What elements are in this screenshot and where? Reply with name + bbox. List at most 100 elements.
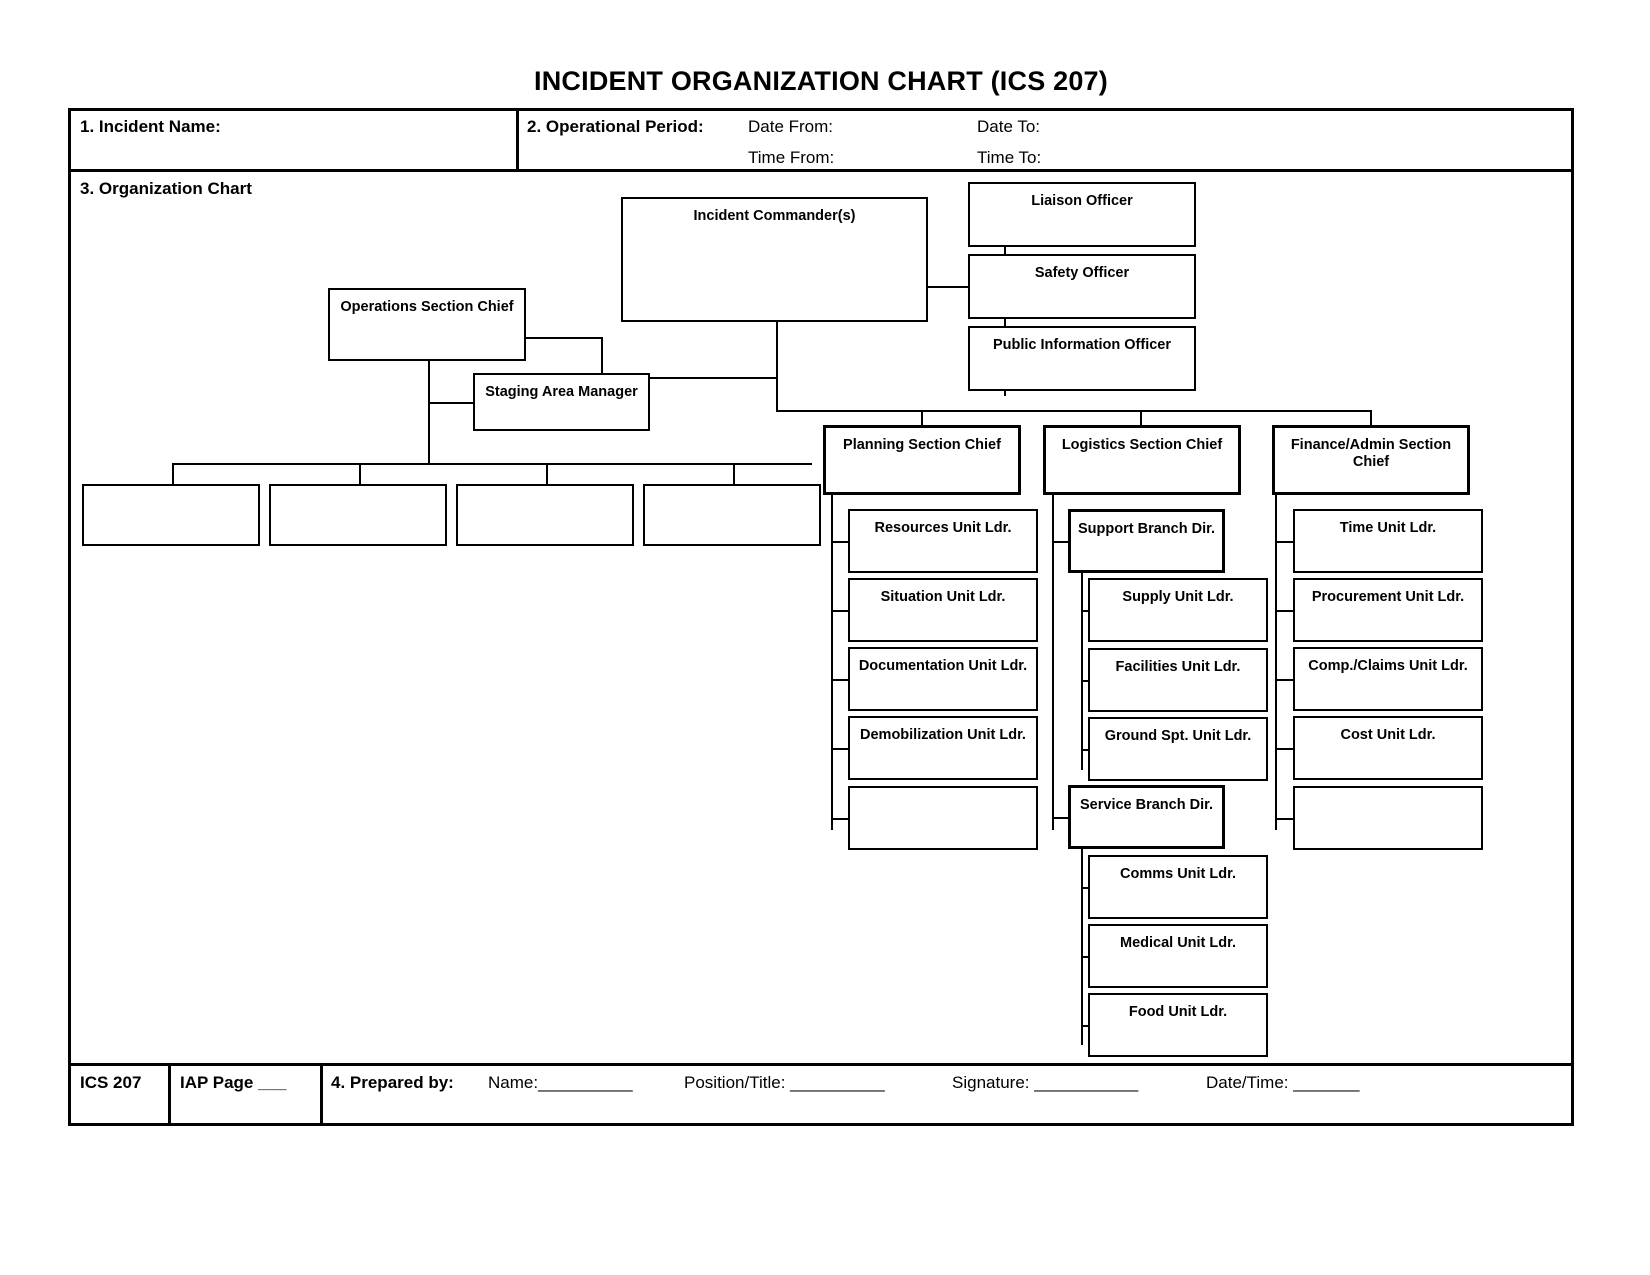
node-public-information-officer[interactable]: Public Information Officer xyxy=(968,326,1196,391)
node-label: Food Unit Ldr. xyxy=(1128,1004,1228,1020)
time-from-label: Time From: xyxy=(748,148,835,167)
connector-ops-branch-2-drop xyxy=(359,463,361,485)
connector-ops-branch-3-drop xyxy=(546,463,548,485)
node-label: Medical Unit Ldr. xyxy=(1119,935,1236,951)
node-planning-section-chief[interactable]: Planning Section Chief xyxy=(823,425,1021,495)
node-label: Facilities Unit Ldr. xyxy=(1115,659,1241,675)
node-comp-claims-unit-leader[interactable]: Comp./Claims Unit Ldr. xyxy=(1293,647,1483,711)
footer-divider-1 xyxy=(168,1063,171,1126)
node-ops-branch-3[interactable] xyxy=(456,484,634,546)
operational-period-label: 2. Operational Period: xyxy=(527,117,704,136)
node-label: Public Information Officer xyxy=(992,337,1172,353)
node-comms-unit-leader[interactable]: Comms Unit Ldr. xyxy=(1088,855,1268,919)
node-documentation-unit-leader[interactable]: Documentation Unit Ldr. xyxy=(848,647,1038,711)
footer-top-rule xyxy=(68,1063,1574,1066)
node-time-unit-leader[interactable]: Time Unit Ldr. xyxy=(1293,509,1483,573)
footer-name-field[interactable]: Name:__________ xyxy=(488,1073,633,1093)
footer-prepared-by-label: 4. Prepared by: xyxy=(331,1073,454,1092)
connector-ops-branch-bus xyxy=(172,463,812,465)
connector-ops-branch-1-drop xyxy=(172,463,174,485)
node-label xyxy=(458,486,632,495)
connector-service-sub-spine xyxy=(1081,845,1083,1045)
node-facilities-unit-leader[interactable]: Facilities Unit Ldr. xyxy=(1088,648,1268,712)
node-label xyxy=(84,486,258,495)
date-from-label: Date From: xyxy=(748,117,834,136)
node-label: Staging Area Manager xyxy=(485,384,638,400)
connector-planning-spine xyxy=(831,493,833,830)
footer-form-id: ICS 207 xyxy=(80,1073,142,1092)
connector-finance-spine xyxy=(1275,493,1277,830)
node-ops-branch-4[interactable] xyxy=(643,484,821,546)
node-cost-unit-leader[interactable]: Cost Unit Ldr. xyxy=(1293,716,1483,780)
node-planning-blank[interactable] xyxy=(848,786,1038,850)
node-label: Service Branch Dir. xyxy=(1080,797,1213,813)
node-label xyxy=(850,788,1036,797)
page-title: INCIDENT ORGANIZATION CHART (ICS 207) xyxy=(534,66,1108,96)
connector-finance-blank-stub xyxy=(1275,818,1294,820)
node-label: Operations Section Chief xyxy=(340,299,514,315)
node-label: Procurement Unit Ldr. xyxy=(1311,589,1465,605)
node-ops-branch-1[interactable] xyxy=(82,484,260,546)
node-label: Support Branch Dir. xyxy=(1078,521,1215,537)
node-label: Comms Unit Ldr. xyxy=(1119,866,1236,882)
node-safety-officer[interactable]: Safety Officer xyxy=(968,254,1196,319)
connector-ops-branch-4-drop xyxy=(733,463,735,485)
connector-staging-stub xyxy=(428,402,474,404)
node-supply-unit-leader[interactable]: Supply Unit Ldr. xyxy=(1088,578,1268,642)
connector-comp-claims-stub xyxy=(1275,679,1294,681)
node-label xyxy=(1295,788,1481,797)
node-liaison-officer[interactable]: Liaison Officer xyxy=(968,182,1196,247)
node-label: Safety Officer xyxy=(1034,265,1130,281)
ics-207-form-page: INCIDENT ORGANIZATION CHART (ICS 207) 1.… xyxy=(0,0,1650,1275)
connector-ic-down xyxy=(776,322,778,412)
node-demobilization-unit-leader[interactable]: Demobilization Unit Ldr. xyxy=(848,716,1038,780)
node-label: Supply Unit Ldr. xyxy=(1122,589,1234,605)
header-column-divider xyxy=(516,108,519,172)
footer-divider-2 xyxy=(320,1063,323,1126)
node-procurement-unit-leader[interactable]: Procurement Unit Ldr. xyxy=(1293,578,1483,642)
node-ground-support-unit-leader[interactable]: Ground Spt. Unit Ldr. xyxy=(1088,717,1268,781)
connector-ops-down xyxy=(428,361,430,464)
footer-date-time-field[interactable]: Date/Time: _______ xyxy=(1206,1073,1359,1093)
node-label: Documentation Unit Ldr. xyxy=(858,658,1028,674)
node-situation-unit-leader[interactable]: Situation Unit Ldr. xyxy=(848,578,1038,642)
node-label: Demobilization Unit Ldr. xyxy=(860,727,1026,743)
node-finance-blank[interactable] xyxy=(1293,786,1483,850)
node-label: Situation Unit Ldr. xyxy=(880,589,1006,605)
connector-procurement-stub xyxy=(1275,610,1294,612)
node-operations-section-chief[interactable]: Operations Section Chief xyxy=(328,288,526,361)
footer-iap-page[interactable]: IAP Page ___ xyxy=(180,1073,286,1093)
node-service-branch-director[interactable]: Service Branch Dir. xyxy=(1068,785,1225,849)
date-to-label: Date To: xyxy=(977,117,1041,136)
node-label: Logistics Section Chief xyxy=(1061,437,1223,453)
time-to-label: Time To: xyxy=(977,148,1042,167)
node-ops-branch-2[interactable] xyxy=(269,484,447,546)
node-support-branch-director[interactable]: Support Branch Dir. xyxy=(1068,509,1225,573)
node-food-unit-leader[interactable]: Food Unit Ldr. xyxy=(1088,993,1268,1057)
node-staging-area-manager[interactable]: Staging Area Manager xyxy=(473,373,650,431)
node-label xyxy=(271,486,445,495)
node-finance-admin-section-chief[interactable]: Finance/Admin Section Chief xyxy=(1272,425,1470,495)
connector-logistics-spine xyxy=(1052,493,1054,830)
node-logistics-section-chief[interactable]: Logistics Section Chief xyxy=(1043,425,1241,495)
footer-signature-field[interactable]: Signature: ___________ xyxy=(952,1073,1138,1093)
node-resources-unit-leader[interactable]: Resources Unit Ldr. xyxy=(848,509,1038,573)
node-label: Resources Unit Ldr. xyxy=(874,520,1012,536)
node-incident-commander[interactable]: Incident Commander(s) xyxy=(621,197,928,322)
node-label: Comp./Claims Unit Ldr. xyxy=(1308,658,1468,674)
connector-section-chief-bus xyxy=(776,410,1372,412)
node-label: Cost Unit Ldr. xyxy=(1340,727,1436,743)
node-label: Incident Commander(s) xyxy=(693,208,856,224)
organization-chart-section-label: 3. Organization Chart xyxy=(80,179,252,198)
connector-ops-right-1 xyxy=(525,337,603,339)
node-label: Finance/Admin Section Chief xyxy=(1290,437,1452,471)
node-label: Ground Spt. Unit Ldr. xyxy=(1104,728,1252,744)
node-medical-unit-leader[interactable]: Medical Unit Ldr. xyxy=(1088,924,1268,988)
connector-time-unit-stub xyxy=(1275,541,1294,543)
connector-support-sub-spine xyxy=(1081,570,1083,770)
connector-cost-unit-stub xyxy=(1275,748,1294,750)
footer-position-title-field[interactable]: Position/Title: __________ xyxy=(684,1073,885,1093)
node-label: Liaison Officer xyxy=(1031,193,1133,209)
incident-name-label: 1. Incident Name: xyxy=(80,117,221,136)
node-label xyxy=(645,486,819,495)
